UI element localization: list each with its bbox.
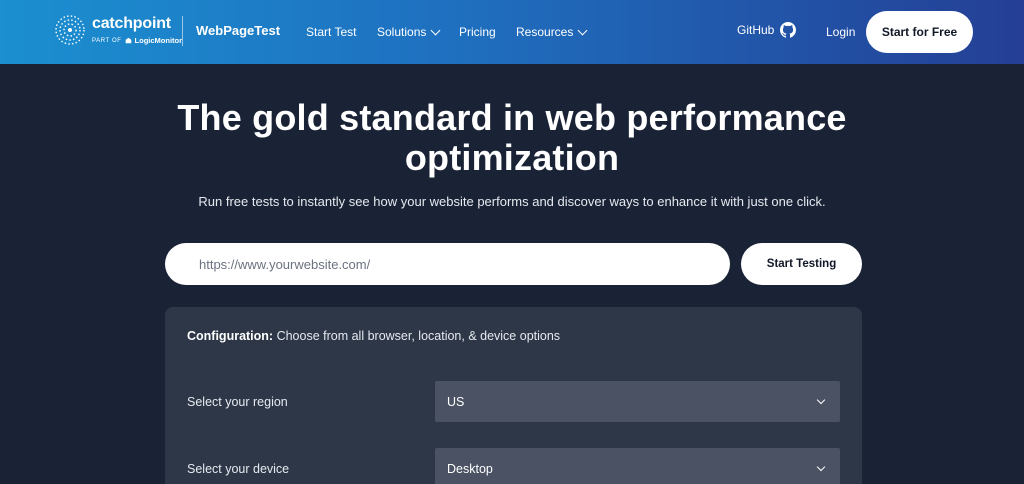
website-url-input[interactable]	[165, 243, 730, 285]
nav-solutions-label: Solutions	[377, 25, 427, 39]
catchpoint-logo-icon	[55, 15, 85, 45]
github-link[interactable]: GitHub	[737, 22, 797, 38]
nav-solutions[interactable]: Solutions	[377, 25, 441, 39]
github-icon	[780, 22, 797, 38]
hero-title: The gold standard in web performance opt…	[0, 98, 1024, 178]
brand-name: catchpoint	[92, 15, 171, 32]
catchpoint-logo[interactable]: catchpoint PART OF LogicMonitor	[54, 14, 182, 46]
configuration-panel: Configuration: Choose from all browser, …	[165, 307, 862, 484]
region-select-value: US	[447, 394, 465, 409]
brand-subtitle: PART OF LogicMonitor	[92, 36, 182, 45]
top-nav-bar: catchpoint PART OF LogicMonitor WebPageT…	[0, 0, 1024, 64]
brand-divider	[182, 16, 183, 46]
nav-resources[interactable]: Resources	[516, 25, 588, 39]
configuration-heading-text: Choose from all browser, location, & dev…	[273, 329, 561, 343]
login-link[interactable]: Login	[826, 25, 855, 39]
chevron-down-icon	[430, 25, 441, 36]
hero-title-line1: The gold standard in web performance	[177, 97, 847, 138]
device-select[interactable]: Desktop	[435, 448, 840, 484]
chevron-down-icon	[816, 462, 826, 472]
nav-pricing[interactable]: Pricing	[459, 25, 496, 39]
brand-sub-company: LogicMonitor	[134, 36, 183, 45]
start-testing-button[interactable]: Start Testing	[741, 243, 862, 285]
chevron-down-icon	[816, 395, 826, 405]
product-name-link[interactable]: WebPageTest	[196, 23, 280, 38]
nav-start-test-label: Start Test	[306, 25, 357, 39]
hero-subtitle: Run free tests to instantly see how your…	[198, 194, 826, 209]
device-label: Select your device	[187, 462, 290, 476]
logicmonitor-logo-icon	[125, 37, 131, 44]
hero-title-line2: optimization	[404, 137, 620, 178]
start-for-free-button[interactable]: Start for Free	[866, 11, 973, 53]
nav-resources-label: Resources	[516, 25, 574, 39]
region-select[interactable]: US	[435, 381, 840, 422]
brand-sub-prefix: PART OF	[92, 37, 122, 44]
chevron-down-icon	[577, 25, 588, 36]
github-label: GitHub	[737, 23, 775, 37]
nav-pricing-label: Pricing	[459, 25, 496, 39]
configuration-heading-bold: Configuration:	[187, 329, 274, 343]
nav-start-test[interactable]: Start Test	[306, 25, 356, 39]
device-select-value: Desktop	[447, 461, 493, 476]
configuration-heading: Configuration: Choose from all browser, …	[187, 329, 560, 343]
region-label: Select your region	[187, 395, 288, 409]
